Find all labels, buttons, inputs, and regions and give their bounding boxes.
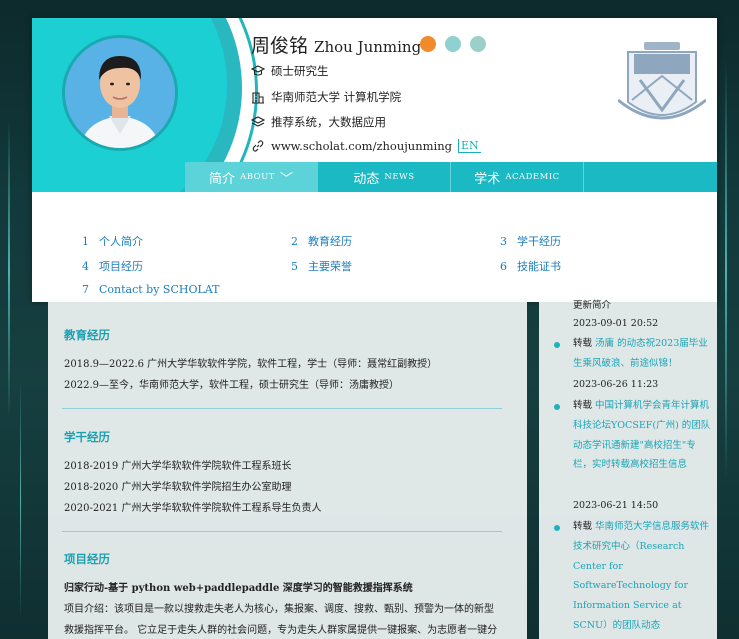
activity-feed: 更新简介 2023-09-01 20:52 转载 汤庸 的动态祝2023届毕业生… bbox=[539, 300, 717, 639]
student-work-line: 2018-2019 广州大学华软软件学院软件工程系班长 bbox=[64, 461, 292, 472]
feed-item[interactable]: 转载 中国计算机学会青年计算机科技论坛YOCSEF(广州) 的团队动态学讯通新建… bbox=[573, 396, 711, 475]
section-title-student-work: 学干经历 bbox=[64, 430, 110, 444]
nav-about-cn: 简介 bbox=[209, 171, 236, 187]
toc-label: 教育经历 bbox=[308, 235, 352, 248]
bullet-icon bbox=[554, 404, 560, 410]
section-title-education: 教育经历 bbox=[64, 328, 110, 342]
section-divider bbox=[62, 408, 502, 409]
feed-link[interactable]: 华南师范大学信息服务软件技术研究中心（Research Center for S… bbox=[573, 521, 709, 631]
name-en: Zhou Junming bbox=[314, 38, 422, 56]
bullet-icon bbox=[554, 342, 560, 348]
toc-item[interactable]: 7 Contact by SCHOLAT bbox=[82, 283, 219, 296]
nav-academic[interactable]: 学术 ACADEMIC bbox=[451, 162, 584, 192]
profile-url[interactable]: www.scholat.com/zhoujunming bbox=[271, 139, 452, 153]
toc-item[interactable]: 3 学干经历 bbox=[500, 233, 561, 249]
nav-news[interactable]: 动态 NEWS bbox=[318, 162, 451, 192]
feed-link[interactable]: 中国计算机学会青年计算机科技论坛YOCSEF(广州) 的团队动态学讯通新建"高校… bbox=[573, 400, 710, 470]
link-icon bbox=[252, 140, 264, 152]
project-description: 救援指挥平台。 它立足于走失人群的社会问题，专为走失人群家属提供一键报案、为志愿… bbox=[64, 625, 498, 636]
mail-icon[interactable] bbox=[445, 36, 461, 52]
university-logo bbox=[617, 40, 707, 134]
toc-label: 学干经历 bbox=[517, 235, 561, 248]
education-line: 2022.9—至今，华南师范大学，软件工程，硕士研究生（导师：汤庸教授） bbox=[64, 380, 399, 391]
feed-prefix: 转载 bbox=[573, 521, 593, 532]
toc-num: 7 bbox=[82, 283, 89, 296]
name-cn: 周俊铭 bbox=[251, 35, 309, 57]
nav-underlay bbox=[32, 192, 717, 220]
toc-label: 主要荣誉 bbox=[308, 260, 352, 273]
toc-label: 个人简介 bbox=[99, 235, 143, 248]
toc-num: 4 bbox=[82, 260, 89, 273]
bg-light-streak bbox=[8, 120, 10, 420]
main-content: 教育经历 2018.9—2022.6 广州大学华软软件学院，软件工程，学士（导师… bbox=[48, 302, 527, 639]
building-icon bbox=[252, 92, 264, 104]
url-row: www.scholat.com/zhoujunming EN bbox=[251, 139, 481, 153]
nav-about-en: ABOUT bbox=[240, 172, 275, 182]
school-text: 华南师范大学 计算机学院 bbox=[271, 90, 402, 104]
student-work-line: 2018-2020 广州大学华软软件学院招生办公室助理 bbox=[64, 482, 292, 493]
research-row: 推荐系统，大数据应用 bbox=[251, 114, 386, 130]
feed-date: 2023-06-21 14:50 bbox=[573, 500, 659, 511]
contact-icons bbox=[420, 36, 486, 52]
toc-item[interactable]: 6 技能证书 bbox=[500, 258, 561, 274]
toc-num: 2 bbox=[291, 235, 298, 248]
nav-academic-cn: 学术 bbox=[474, 171, 501, 187]
feed-item[interactable]: 转载 汤庸 的动态祝2023届毕业生乘风破浪、前途似锦！ bbox=[573, 334, 711, 374]
bg-light-streak bbox=[20, 380, 21, 620]
feed-date: 2023-09-01 20:52 bbox=[573, 318, 659, 329]
research-text: 推荐系统，大数据应用 bbox=[271, 115, 386, 129]
bg-light-streak bbox=[725, 60, 727, 480]
chevron-down-icon: ﹀ bbox=[279, 171, 293, 187]
layers-icon bbox=[251, 116, 265, 127]
project-title: 归家行动-基于 python web+paddlepaddle 深度学习的智能救… bbox=[64, 583, 413, 594]
section-divider bbox=[62, 531, 502, 532]
section-title-projects: 项目经历 bbox=[64, 552, 110, 566]
toc-label: 技能证书 bbox=[517, 260, 561, 273]
language-switch[interactable]: EN bbox=[457, 139, 481, 153]
nav-news-en: NEWS bbox=[384, 172, 415, 182]
feed-link[interactable]: 汤庸 的动态祝2023届毕业生乘风破浪、前途似锦！ bbox=[573, 338, 708, 369]
main-nav: 简介 ABOUT ﹀ 动态 NEWS 学术 ACADEMIC bbox=[185, 162, 717, 192]
toc-label: 项目经历 bbox=[99, 260, 143, 273]
toc-num: 1 bbox=[82, 235, 89, 248]
education-line: 2018.9—2022.6 广州大学华软软件学院，软件工程，学士（导师：聂常红副… bbox=[64, 359, 438, 370]
nav-news-cn: 动态 bbox=[353, 171, 380, 187]
toc-item[interactable]: 4 项目经历 bbox=[82, 258, 143, 274]
toc-item[interactable]: 1 个人简介 bbox=[82, 233, 143, 249]
degree-row: 硕士研究生 bbox=[251, 63, 329, 79]
feed-prefix: 转载 bbox=[573, 400, 593, 411]
degree-text: 硕士研究生 bbox=[271, 64, 329, 78]
about-dropdown-menu: 1 个人简介 2 教育经历 3 学干经历 4 项目经历 5 主要荣誉 6 技能证书 7 Con… bbox=[32, 220, 717, 302]
student-work-line: 2020-2021 广州大学华软软件学院软件工程系导生负责人 bbox=[64, 503, 322, 514]
graduation-cap-icon bbox=[251, 65, 265, 76]
feed-prefix: 转载 bbox=[573, 338, 593, 349]
feed-date: 2023-06-26 11:23 bbox=[573, 379, 659, 390]
bullet-icon bbox=[554, 525, 560, 531]
project-description: 项目介绍：该项目是一款以搜救走失老人为核心，集报案、调度、搜救、甄别、预警为一体… bbox=[64, 604, 494, 615]
toc-label: Contact by SCHOLAT bbox=[99, 283, 220, 296]
avatar bbox=[62, 35, 178, 151]
nav-about[interactable]: 简介 ABOUT ﹀ bbox=[185, 162, 318, 192]
card-icon[interactable] bbox=[470, 36, 486, 52]
nav-filler bbox=[584, 162, 717, 192]
toc-num: 5 bbox=[291, 260, 298, 273]
toc-num: 3 bbox=[500, 235, 507, 248]
school-row: 华南师范大学 计算机学院 bbox=[251, 89, 401, 105]
feed-partial-text: 更新简介 bbox=[573, 300, 612, 311]
location-icon[interactable] bbox=[420, 36, 436, 52]
toc-num: 6 bbox=[500, 260, 507, 273]
profile-name: 周俊铭 Zhou Junming bbox=[251, 31, 421, 58]
nav-academic-en: ACADEMIC bbox=[505, 172, 560, 182]
toc-item[interactable]: 2 教育经历 bbox=[291, 233, 352, 249]
feed-item[interactable]: 转载 华南师范大学信息服务软件技术研究中心（Research Center fo… bbox=[573, 517, 711, 636]
toc-item[interactable]: 5 主要荣誉 bbox=[291, 258, 352, 274]
